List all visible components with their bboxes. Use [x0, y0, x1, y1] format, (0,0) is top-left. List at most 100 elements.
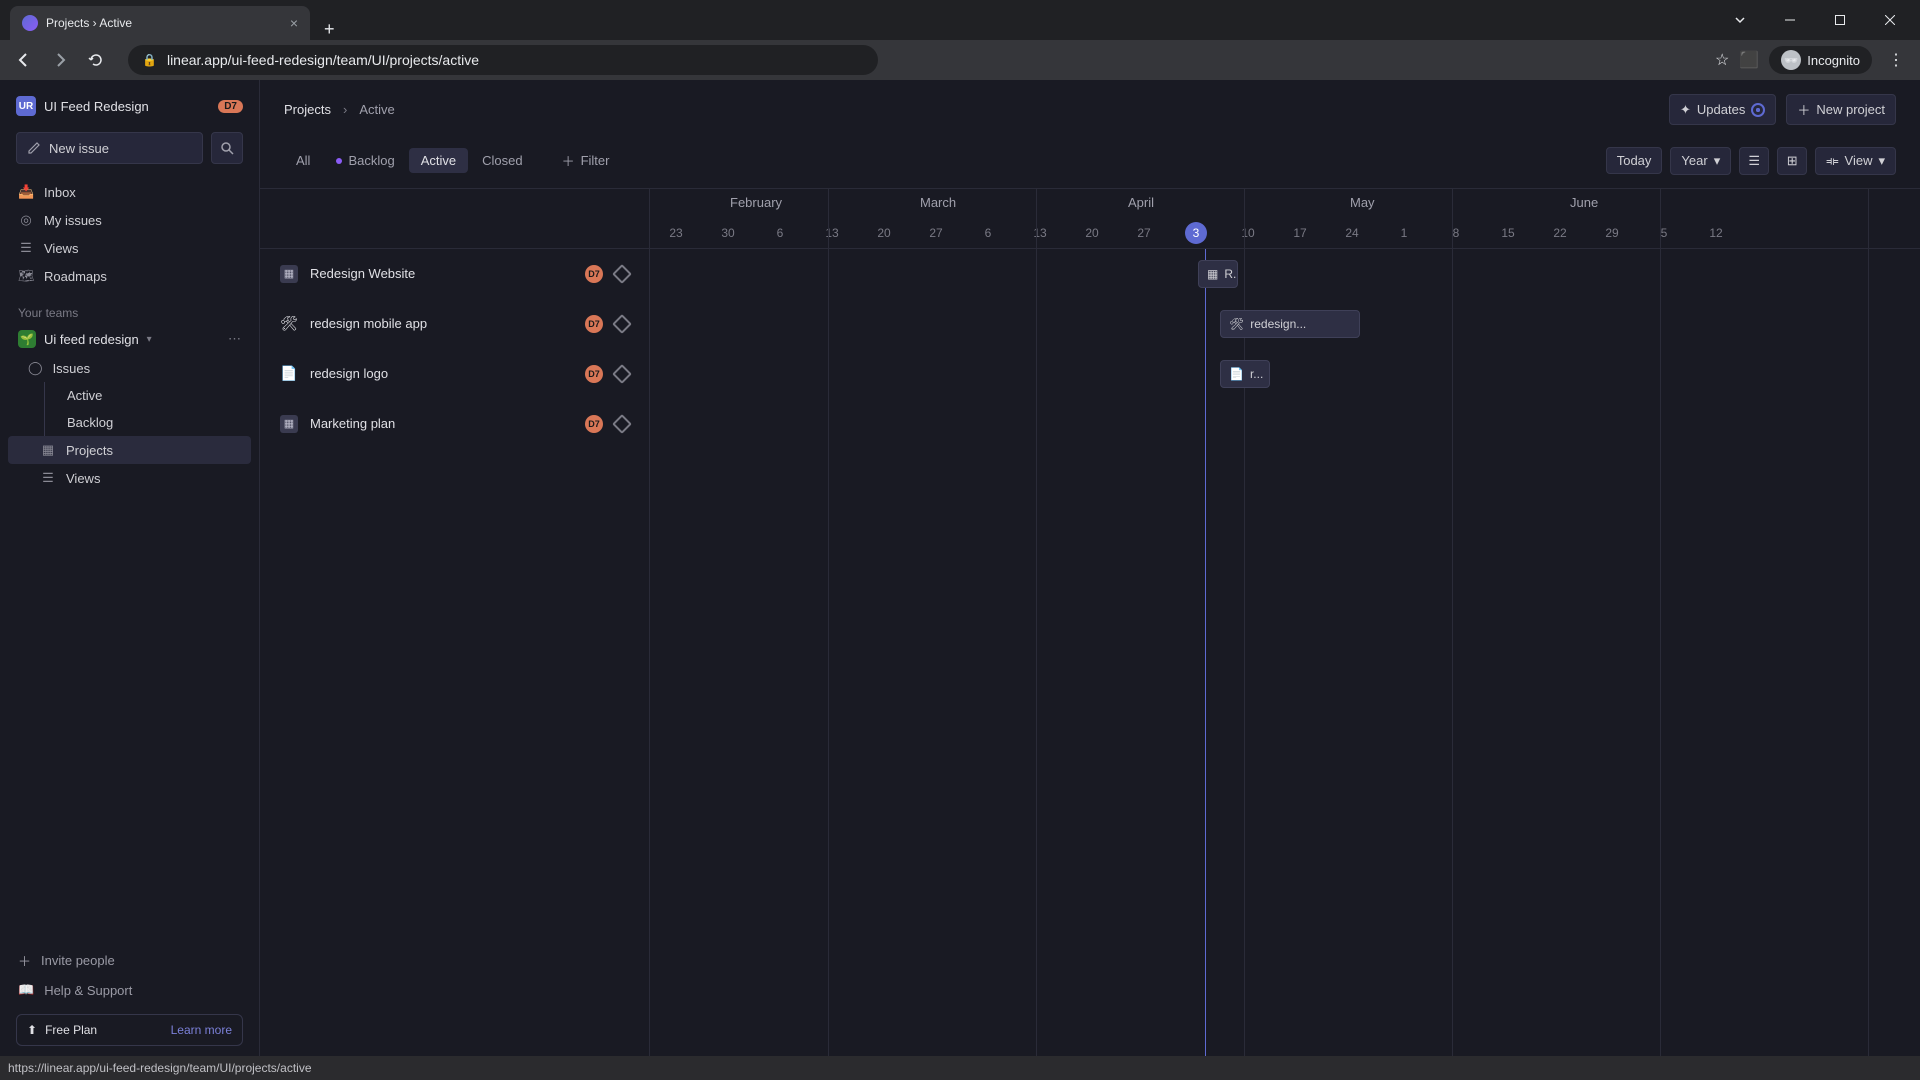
back-button[interactable]	[10, 46, 38, 74]
sidebar-item-my-issues[interactable]: ◎My issues	[8, 206, 251, 234]
status-icon[interactable]	[612, 264, 632, 284]
list-layout-button[interactable]: ☰	[1739, 147, 1769, 175]
window-controls	[1718, 6, 1920, 40]
teams-heading: Your teams	[0, 294, 259, 324]
sidebar-item-views[interactable]: ☰Views	[8, 234, 251, 262]
status-url: https://linear.app/ui-feed-redesign/team…	[8, 1061, 312, 1075]
browser-tab[interactable]: Projects › Active ×	[10, 6, 310, 40]
extensions-icon[interactable]: ⬛	[1739, 50, 1759, 70]
learn-more-link[interactable]: Learn more	[171, 1023, 232, 1037]
timeline-grid[interactable]: FebruaryMarchAprilMayJune 23306132027613…	[650, 189, 1920, 1056]
address-bar[interactable]: 🔒 linear.app/ui-feed-redesign/team/UI/pr…	[128, 45, 878, 75]
sidebar-item-active[interactable]: Active	[45, 382, 251, 409]
help-support-button[interactable]: 📖Help & Support	[8, 976, 251, 1004]
timeline-layout-button[interactable]: ⊞	[1777, 147, 1807, 175]
sidebar-item-projects[interactable]: ▦Projects	[8, 436, 251, 464]
breadcrumb-separator: ›	[343, 102, 347, 117]
team-icon: 🌱	[18, 330, 36, 348]
assignee-avatar[interactable]: D7	[585, 265, 603, 283]
url-text: linear.app/ui-feed-redesign/team/UI/proj…	[167, 52, 479, 68]
timeline-icon: ⊞	[1787, 153, 1798, 169]
sidebar-item-roadmaps[interactable]: 🗺Roadmaps	[8, 262, 251, 290]
sidebar-label: Views	[66, 471, 100, 486]
range-select[interactable]: Year▾	[1670, 147, 1731, 175]
today-label: Today	[1617, 153, 1652, 168]
workspace-badge-icon: UR	[16, 96, 36, 116]
close-tab-icon[interactable]: ×	[290, 15, 298, 31]
sliders-icon: ⟚	[1826, 153, 1838, 169]
tab-active[interactable]: Active	[409, 148, 468, 173]
new-issue-button[interactable]: New issue	[16, 132, 203, 164]
upgrade-icon: ⬆	[27, 1023, 37, 1037]
more-icon[interactable]: ⋯	[228, 331, 241, 347]
sidebar-label: Help & Support	[44, 983, 132, 998]
gantt-bar[interactable]: 📄r...	[1220, 360, 1270, 388]
assignee-avatar[interactable]: D7	[585, 315, 603, 333]
project-icon: ▦	[280, 415, 298, 433]
project-row[interactable]: 🛠redesign mobile appD7	[260, 299, 649, 349]
browser-menu-icon[interactable]: ⋮	[1882, 50, 1910, 70]
plan-label: Free Plan	[45, 1023, 97, 1037]
status-icon[interactable]	[612, 364, 632, 384]
status-icon[interactable]	[612, 414, 632, 434]
incognito-indicator[interactable]: 🕶 Incognito	[1769, 46, 1872, 74]
project-row[interactable]: ▦Redesign WebsiteD7	[260, 249, 649, 299]
close-window-button[interactable]	[1868, 6, 1912, 34]
search-icon	[220, 141, 234, 155]
status-icon[interactable]	[612, 314, 632, 334]
team-header[interactable]: 🌱 Ui feed redesign ▾ ⋯	[8, 324, 251, 354]
segment-tabs: All Backlog Active Closed	[284, 148, 535, 173]
project-row[interactable]: ▦Marketing planD7	[260, 399, 649, 449]
invite-people-button[interactable]: ＋Invite people	[8, 945, 251, 976]
assignee-avatar[interactable]: D7	[585, 365, 603, 383]
plus-icon: ＋	[18, 951, 31, 970]
sidebar-label: Active	[67, 388, 102, 403]
gantt-bar[interactable]: ▦R..	[1198, 260, 1238, 288]
grid-icon: ▦	[40, 442, 56, 458]
sidebar-item-team-views[interactable]: ☰Views	[8, 464, 251, 492]
project-row[interactable]: 📄redesign logoD7	[260, 349, 649, 399]
tab-all[interactable]: All	[284, 148, 322, 173]
view-options-button[interactable]: ⟚View▾	[1815, 147, 1896, 175]
timeline-area: ▦Redesign WebsiteD7🛠redesign mobile appD…	[260, 189, 1920, 1056]
gantt-bar[interactable]: 🛠redesign...	[1220, 310, 1360, 338]
breadcrumb-projects[interactable]: Projects	[284, 102, 331, 117]
timeline-body: ▦R.. 🛠redesign... 📄r...	[650, 249, 1920, 1056]
search-button[interactable]	[211, 132, 243, 164]
browser-status-bar: https://linear.app/ui-feed-redesign/team…	[0, 1056, 1920, 1080]
gantt-bar-label: r...	[1250, 367, 1263, 381]
sidebar-label: Views	[44, 241, 78, 256]
reload-button[interactable]	[82, 46, 110, 74]
tab-closed[interactable]: Closed	[470, 148, 534, 173]
today-button[interactable]: Today	[1606, 147, 1663, 174]
updates-button[interactable]: ✦ Updates	[1669, 94, 1776, 125]
new-tab-button[interactable]: +	[310, 19, 349, 40]
sidebar-label: Issues	[53, 361, 91, 376]
today-marker	[1205, 249, 1206, 1056]
sidebar-item-issues[interactable]: ◯Issues	[8, 354, 251, 382]
filter-button[interactable]: ＋Filter	[551, 145, 621, 176]
sidebar-label: Roadmaps	[44, 269, 107, 284]
lock-icon: 🔒	[142, 53, 157, 67]
new-project-button[interactable]: ＋ New project	[1786, 94, 1896, 125]
bookmark-icon[interactable]: ☆	[1715, 50, 1729, 70]
maximize-button[interactable]	[1818, 6, 1862, 34]
tab-label: All	[296, 153, 310, 168]
tab-label: Backlog	[348, 153, 394, 168]
sidebar-label: Backlog	[67, 415, 113, 430]
new-project-label: New project	[1816, 102, 1885, 117]
sidebar-item-inbox[interactable]: 📥Inbox	[8, 178, 251, 206]
minimize-button[interactable]	[1768, 6, 1812, 34]
sidebar-item-backlog[interactable]: Backlog	[45, 409, 251, 436]
target-icon: ◎	[18, 212, 34, 228]
incognito-label: Incognito	[1807, 53, 1860, 68]
tab-backlog[interactable]: Backlog	[324, 148, 406, 173]
status-dot-icon	[336, 158, 342, 164]
filter-label: Filter	[581, 153, 610, 168]
workspace-switcher[interactable]: UR UI Feed Redesign D7	[0, 90, 259, 122]
tab-search-icon[interactable]	[1718, 6, 1762, 34]
forward-button[interactable]	[46, 46, 74, 74]
plan-upgrade-box[interactable]: ⬆ Free Plan Learn more	[16, 1014, 243, 1046]
project-icon: ▦	[280, 265, 298, 283]
assignee-avatar[interactable]: D7	[585, 415, 603, 433]
